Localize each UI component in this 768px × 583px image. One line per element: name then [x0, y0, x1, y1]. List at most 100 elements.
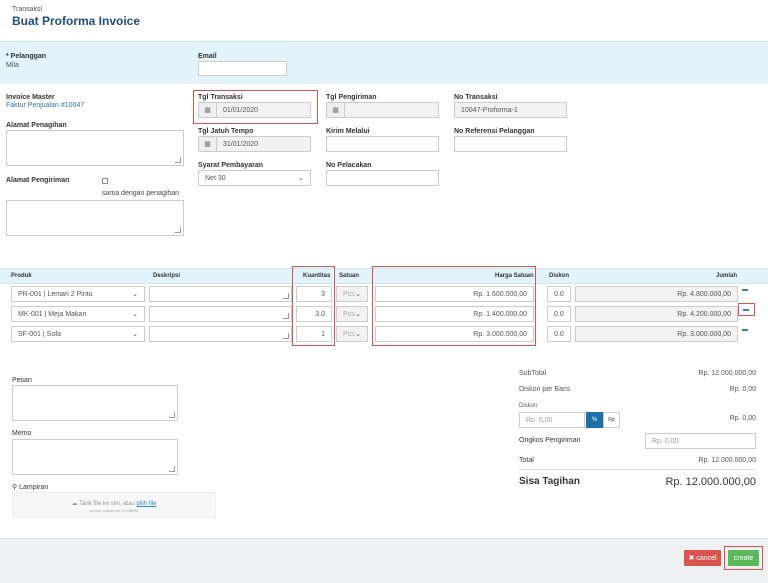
- row1-jumlah-output: Rp. 4.800.000,00: [575, 286, 738, 302]
- no-pelacakan-label: No Pelacakan: [326, 162, 372, 169]
- row3-diskon-input[interactable]: 0.0: [547, 326, 571, 342]
- billing-address-label: Alamat Penagihan: [6, 122, 67, 129]
- row3-remove-icon[interactable]: [742, 329, 748, 331]
- row1-produk-select[interactable]: PR-001 | Lemari 2 Pintu ⌄: [11, 286, 145, 302]
- diskon-label: Diskon: [519, 403, 538, 409]
- chevron-down-icon: ⌄: [355, 291, 361, 298]
- highlight-create-button: [724, 546, 763, 570]
- upload-text: Tarik file ke sini, atau: [79, 501, 135, 507]
- th-produk: Produk: [11, 273, 32, 279]
- th-satuan: Satuan: [339, 273, 360, 279]
- row2-produk-select[interactable]: MK-001 | Meja Makan ⌄: [11, 306, 145, 322]
- customer-band: * Pelanggan Mila Email: [0, 42, 768, 84]
- row3-diskon-value: 0.0: [554, 330, 564, 338]
- row1-diskon-input[interactable]: 0.0: [547, 286, 571, 302]
- syarat-pembayaran-label: Syarat Pembayaran: [198, 162, 263, 169]
- row2-deskripsi-textarea[interactable]: [149, 306, 292, 322]
- row3-jumlah-output: Rp. 3.000.000,00: [575, 326, 738, 342]
- customer-label: * Pelanggan: [6, 53, 47, 60]
- row2-produk-value: MK-001 | Meja Makan: [18, 310, 87, 318]
- no-referensi-input[interactable]: [454, 136, 567, 152]
- tgl-jatuh-tempo-label: Tgl Jatuh Tempo: [198, 128, 254, 135]
- diskon-input[interactable]: Rp. 0,00: [519, 412, 585, 428]
- row1-jumlah-value: Rp. 4.800.000,00: [677, 290, 731, 298]
- billing-address-textarea[interactable]: [6, 130, 184, 166]
- row3-deskripsi-textarea[interactable]: [149, 326, 292, 342]
- syarat-pembayaran-value: Net 30: [205, 174, 226, 182]
- row1-diskon-value: 0.0: [554, 290, 564, 298]
- row3-satuan-value: Pcs: [343, 330, 355, 338]
- customer-value[interactable]: Mila: [6, 62, 19, 69]
- chevron-down-icon: ⌄: [132, 311, 138, 318]
- row3-produk-value: SF-001 | Sofa: [18, 330, 62, 338]
- kirim-melalui-input[interactable]: [326, 136, 439, 152]
- row1-deskripsi-textarea[interactable]: [149, 286, 292, 302]
- row1-produk-value: PR-001 | Lemari 2 Pintu: [18, 290, 93, 298]
- th-deskripsi: Deskripsi: [153, 273, 181, 279]
- row2-jumlah-output: Rp. 4.200.000,00: [575, 306, 738, 322]
- subtotal-value: Rp. 12.000.000,00: [698, 370, 756, 377]
- pesan-label: Pesan: [12, 377, 32, 384]
- invoice-master-label: Invoice Master: [6, 94, 55, 101]
- syarat-pembayaran-select[interactable]: Net 30 ⌄: [198, 170, 311, 186]
- footer-bar: [0, 538, 768, 583]
- tgl-pengiriman-input[interactable]: ▦: [326, 102, 439, 118]
- header: Transaksi Buat Proforma Invoice: [0, 0, 768, 42]
- tgl-jatuh-tempo-value: 31/01/2020: [223, 140, 259, 148]
- no-referensi-label: No Referensi Pelanggan: [454, 128, 535, 135]
- row2-jumlah-value: Rp. 4.200.000,00: [677, 310, 731, 318]
- upload-hint: ukuran maksimal 10 MB/file: [89, 508, 139, 513]
- chevron-down-icon: ⌄: [355, 311, 361, 318]
- ongkos-input[interactable]: Rp. 0,00: [645, 433, 756, 449]
- row1-remove-icon[interactable]: [742, 289, 748, 291]
- row2-satuan-value: Pcs: [343, 310, 355, 318]
- diskon-baris-value: Rp. 0,00: [729, 386, 756, 393]
- diskon-rp-toggle[interactable]: Rp: [603, 412, 620, 428]
- row2-diskon-input[interactable]: 0.0: [547, 306, 571, 322]
- pesan-textarea[interactable]: [12, 385, 178, 421]
- memo-textarea[interactable]: [12, 439, 178, 475]
- diskon-baris-label: Diskon per Baris: [519, 386, 571, 393]
- invoice-master-link[interactable]: Faktur Penjualan #10047: [6, 102, 84, 109]
- total-value: Rp. 12.000.000,00: [698, 457, 756, 464]
- row1-satuan-value: Pcs: [343, 290, 355, 298]
- page-title: Buat Proforma Invoice: [12, 14, 141, 28]
- email-input[interactable]: [198, 61, 287, 76]
- shipping-address-textarea[interactable]: [6, 200, 184, 236]
- chevron-down-icon: ⌄: [355, 331, 361, 338]
- row3-satuan-select[interactable]: Pcs ⌄: [336, 326, 368, 342]
- close-icon: ✖: [688, 555, 695, 562]
- breadcrumb[interactable]: Transaksi: [12, 6, 42, 13]
- row1-satuan-select[interactable]: Pcs ⌄: [336, 286, 368, 302]
- cancel-button[interactable]: ✖ cancel: [684, 550, 721, 566]
- diskon-percent-toggle[interactable]: %: [586, 412, 603, 428]
- highlight-tgl-transaksi: [193, 90, 318, 124]
- no-pelacakan-input[interactable]: [326, 170, 439, 186]
- no-transaksi-input[interactable]: 10047-Proforma-1: [454, 102, 567, 118]
- subtotal-label: SubTotal: [519, 370, 547, 377]
- upload-dropzone[interactable]: ☁ Tarik file ke sini, atau pilih file uk…: [12, 492, 216, 518]
- row2-diskon-value: 0.0: [554, 310, 564, 318]
- ongkos-label: Ongkos Pengiriman: [519, 437, 581, 444]
- lampiran-row: ⚲ Lampiran: [12, 483, 48, 491]
- highlight-kuantitas: [292, 266, 335, 346]
- calendar-icon: ▦: [327, 103, 345, 117]
- highlight-harga-satuan: [372, 266, 536, 346]
- tgl-jatuh-tempo-input[interactable]: ▦ 31/01/2020: [198, 136, 311, 152]
- cloud-upload-icon: ☁: [71, 501, 78, 507]
- kirim-melalui-label: Kirim Melalui: [326, 128, 370, 135]
- chevron-down-icon: ⌄: [298, 175, 304, 182]
- chevron-down-icon: ⌄: [132, 291, 138, 298]
- sisa-tagihan-label: Sisa Tagihan: [519, 476, 580, 487]
- sisa-tagihan-value: Rp. 12.000.000,00: [665, 476, 756, 488]
- tgl-pengiriman-label: Tgl Pengiriman: [326, 94, 377, 101]
- highlight-remove-row: [738, 303, 755, 316]
- chevron-down-icon: ⌄: [132, 331, 138, 338]
- same-as-billing-checkbox[interactable]: [102, 178, 108, 184]
- paperclip-icon: ⚲: [12, 484, 18, 491]
- cancel-label: cancel: [696, 554, 717, 562]
- row2-satuan-select[interactable]: Pcs ⌄: [336, 306, 368, 322]
- upload-link[interactable]: pilih file: [136, 501, 156, 507]
- row3-produk-select[interactable]: SF-001 | Sofa ⌄: [11, 326, 145, 342]
- lampiran-label: Lampiran: [19, 484, 49, 491]
